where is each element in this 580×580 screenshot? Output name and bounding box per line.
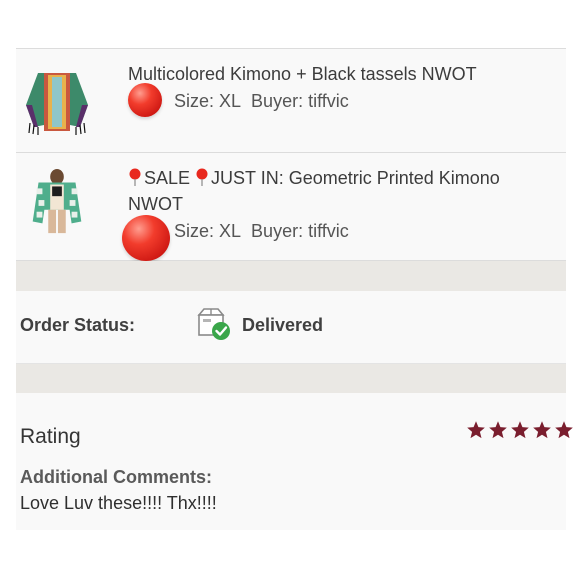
order-item-row[interactable]: SALE JUST IN: Geometric Printed Kimono N…: [16, 153, 566, 261]
star-icon: [489, 421, 507, 439]
balloon-pin-icon: [196, 168, 208, 186]
package-delivered-icon: [197, 308, 230, 340]
sale-tag-text: SALE: [144, 168, 191, 188]
star-rating: [466, 420, 576, 442]
item-size: Size: XL: [174, 221, 242, 241]
item-buyer: Buyer: tiffvic: [251, 221, 349, 241]
kimono-geometric-thumbnail[interactable]: [24, 167, 90, 237]
rating-panel: Rating Additional Comments: Love Luv the…: [16, 393, 573, 530]
star-icon: [555, 421, 573, 439]
kimono-multicolor-thumbnail[interactable]: [24, 65, 90, 135]
comments-text: Love Luv these!!!! Thx!!!!: [20, 493, 217, 513]
rating-label: Rating: [20, 425, 81, 448]
item-meta: Size: XL Buyer: tiffvic: [174, 91, 349, 112]
star-icon: [467, 421, 485, 439]
item-meta: Size: XL Buyer: tiffvic: [174, 221, 349, 242]
section-divider: [16, 261, 566, 291]
order-status-value: Delivered: [242, 315, 324, 335]
item-title[interactable]: Multicolored Kimono + Black tassels NWOT: [128, 61, 554, 87]
star-icon: [511, 421, 529, 439]
balloon-emoji-icon: [128, 83, 162, 117]
item-buyer: Buyer: tiffvic: [251, 91, 349, 111]
order-status-panel: Order Status: Delivered: [16, 291, 566, 364]
order-item-row[interactable]: Multicolored Kimono + Black tassels NWOT…: [16, 49, 566, 153]
balloon-pin-icon: [129, 168, 141, 186]
section-divider: [16, 364, 566, 393]
item-title[interactable]: SALE JUST IN: Geometric Printed Kimono N…: [128, 165, 554, 217]
item-size: Size: XL: [174, 91, 242, 111]
balloon-emoji-icon: [122, 215, 170, 261]
order-status-label: Order Status:: [20, 315, 136, 335]
comments-label: Additional Comments:: [20, 467, 212, 487]
star-icon: [533, 421, 551, 439]
